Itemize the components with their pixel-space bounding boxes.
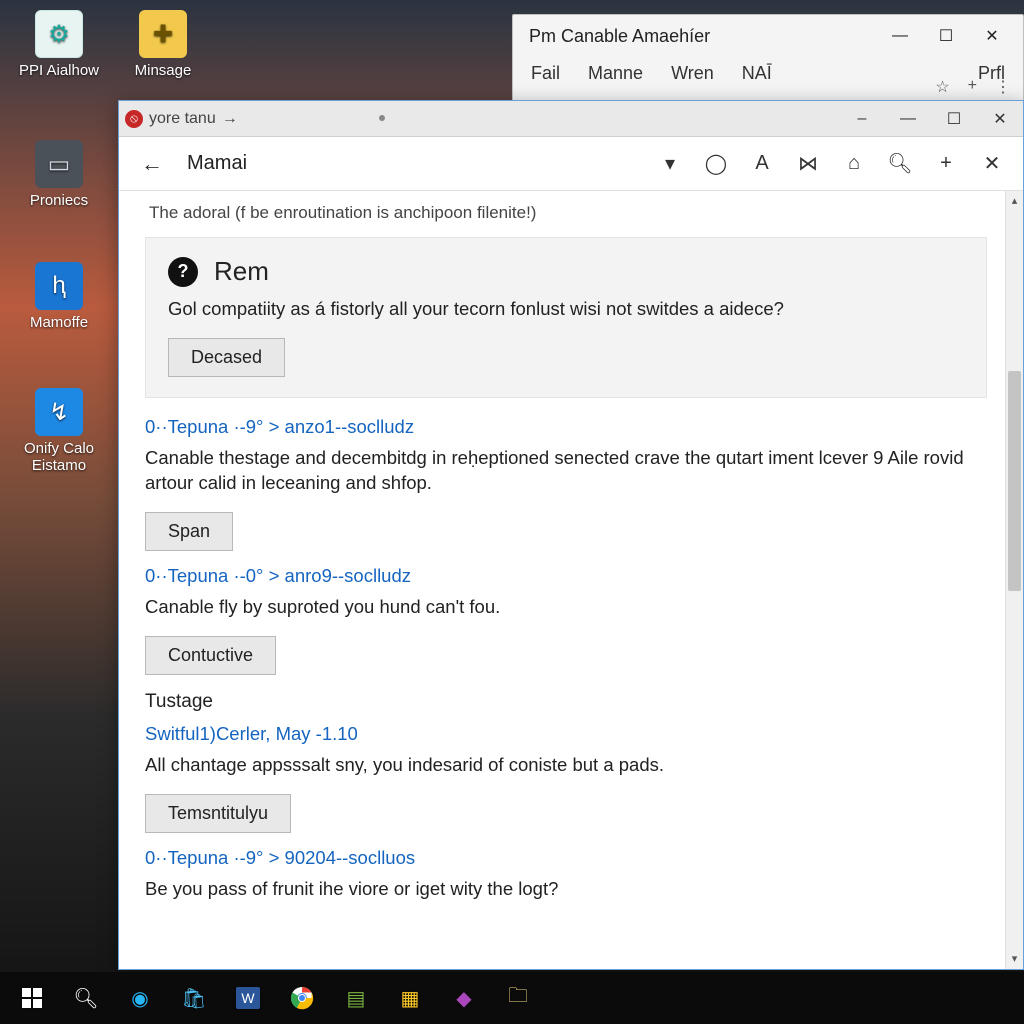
bookmark-icon[interactable]: ⋈ [791, 147, 825, 181]
store-button[interactable]: 🛍 [168, 976, 220, 1020]
menu-item[interactable]: Manne [588, 63, 643, 84]
result-link[interactable]: 0··Tepuna ·-9° > 90204--soclluos [145, 847, 987, 869]
desktop-icon[interactable]: ⚙ PPI Aialhow [14, 10, 104, 79]
home-icon[interactable]: ⌂ [837, 147, 871, 181]
taskbar-app[interactable]: ▤ [330, 976, 382, 1020]
desktop-icon[interactable]: ✚ Minsage [118, 10, 208, 79]
tab-title[interactable]: yore tanu [149, 110, 216, 128]
scroll-up-icon[interactable]: ▴ [1006, 191, 1023, 211]
minimize-button[interactable]: — [877, 20, 923, 52]
card-body: Gol compatiity as á fistorly all your te… [168, 297, 964, 322]
question-icon: ? [168, 257, 198, 287]
taskbar-app[interactable]: ◆ [438, 976, 490, 1020]
section-heading: Tustage [145, 691, 987, 713]
desktop-icon-label: Onify Calo Eistamo [14, 440, 104, 475]
desktop-icon[interactable]: ▭ Proniecs [14, 140, 104, 209]
close-button[interactable]: ✕ [977, 101, 1023, 137]
app-icon: ⱨ [35, 262, 83, 310]
scroll-thumb[interactable] [1008, 371, 1021, 591]
result-body: Canable fly by suproted you hund can't f… [145, 595, 987, 620]
list-item: 0··Tepuna ·-0° > anro9--soclludz Canable… [145, 565, 987, 675]
dropdown-icon[interactable]: ▾ [653, 147, 687, 181]
info-card: ? Rem Gol compatiity as á fistorly all y… [145, 237, 987, 398]
word-button[interactable]: W [222, 976, 274, 1020]
page-subtitle: The adoral (f be enroutination is anchip… [149, 203, 987, 223]
cortana-button[interactable]: ◉ [114, 976, 166, 1020]
close-button[interactable]: ✕ [969, 20, 1015, 52]
content-area: The adoral (f be enroutination is anchip… [119, 191, 1023, 969]
font-icon[interactable]: A [745, 147, 779, 181]
card-title: Rem [214, 256, 269, 287]
taskbar-app[interactable]: ▦ [384, 976, 436, 1020]
menu-item[interactable]: Fail [531, 63, 560, 84]
search-button[interactable]: 🔍︎ [60, 976, 112, 1020]
toolbar-extra: ☆ + ⋮ [935, 77, 1011, 97]
list-item: 0··Tepuna ·-9° > anzo1--soclludz Canable… [145, 416, 987, 551]
window-title: Pm Canable Amaehíer [521, 26, 877, 47]
tab-indicator-icon [379, 115, 385, 121]
result-link[interactable]: 0··Tepuna ·-9° > anzo1--soclludz [145, 416, 987, 438]
result-action-button[interactable]: Temsntitulyu [145, 794, 291, 833]
desktop-icon-label: PPI Aialhow [14, 62, 104, 79]
menu-item[interactable]: Wren [671, 63, 714, 84]
start-button[interactable] [6, 976, 58, 1020]
minimize-button[interactable]: — [885, 101, 931, 137]
chrome-button[interactable] [276, 976, 328, 1020]
background-window: Pm Canable Amaehíer — ☐ ✕ Fail Manne Wre… [512, 14, 1024, 104]
toolbar: ← Mamai ▾ ◯ A ⋈ ⌂ 🔍︎ + ✕ [119, 137, 1023, 191]
tab-strip[interactable]: ⦸ yore tanu → – — ☐ ✕ [119, 101, 1023, 137]
titlebar[interactable]: Pm Canable Amaehíer — ☐ ✕ [513, 15, 1023, 57]
plus-icon[interactable]: + [929, 147, 963, 181]
browser-window: ⦸ yore tanu → – — ☐ ✕ ← Mamai ▾ ◯ A ⋈ ⌂ … [118, 100, 1024, 970]
scroll-down-icon[interactable]: ▾ [1006, 949, 1023, 969]
result-link[interactable]: Switful1)Cerler, May -1.10 [145, 723, 987, 745]
explorer-button[interactable]: 🗀 [492, 976, 544, 1020]
star-icon[interactable]: ☆ [935, 77, 949, 97]
arrow-right-icon: → [222, 110, 238, 128]
list-item: 0··Tepuna ·-9° > 90204--soclluos Be you … [145, 847, 987, 902]
plus-icon[interactable]: + [968, 77, 977, 97]
card-action-button[interactable]: Decased [168, 338, 285, 377]
result-body: All chantage appsssalt sny, you indesari… [145, 753, 987, 778]
menu-item[interactable]: NAĪ [742, 63, 772, 84]
folder-icon: ✚ [139, 10, 187, 58]
page-title: Mamai [187, 152, 247, 175]
search-icon[interactable]: 🔍︎ [883, 147, 917, 181]
tab-favicon-icon: ⦸ [125, 110, 143, 128]
app-icon: ↯ [35, 388, 83, 436]
close-icon[interactable]: ✕ [975, 147, 1009, 181]
vertical-scrollbar[interactable]: ▴ ▾ [1005, 191, 1023, 969]
list-item: Switful1)Cerler, May -1.10 All chantage … [145, 723, 987, 833]
result-body: Be you pass of frunit ihe viore or iget … [145, 877, 987, 902]
result-action-button[interactable]: Contuctive [145, 636, 276, 675]
result-action-button[interactable]: Span [145, 512, 233, 551]
desktop-icon-label: Proniecs [14, 192, 104, 209]
dash-button[interactable]: – [839, 101, 885, 137]
back-button[interactable]: ← [133, 147, 171, 181]
result-body: Canable thestage and decembitdg in reḥep… [145, 446, 987, 496]
taskbar[interactable]: 🔍︎ ◉ 🛍 W ▤ ▦ ◆ 🗀 [0, 972, 1024, 1024]
result-link[interactable]: 0··Tepuna ·-0° > anro9--soclludz [145, 565, 987, 587]
app-icon: ⚙ [35, 10, 83, 58]
desktop-icon[interactable]: ⱨ Mamoffe [14, 262, 104, 331]
refresh-icon[interactable]: ◯ [699, 147, 733, 181]
desktop-icon-label: Minsage [118, 62, 208, 79]
maximize-button[interactable]: ☐ [923, 20, 969, 52]
more-icon[interactable]: ⋮ [995, 77, 1011, 97]
maximize-button[interactable]: ☐ [931, 101, 977, 137]
app-icon: ▭ [35, 140, 83, 188]
desktop-icon-label: Mamoffe [14, 314, 104, 331]
desktop-icon[interactable]: ↯ Onify Calo Eistamo [14, 388, 104, 475]
